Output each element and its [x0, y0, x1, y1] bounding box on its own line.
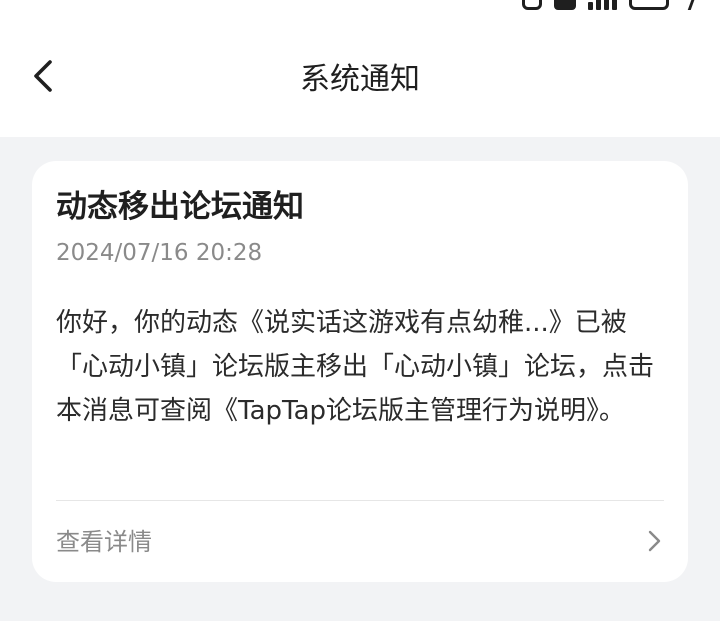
charging-icon: [677, 0, 698, 10]
battery-icon: [629, 0, 669, 10]
divider: [56, 500, 664, 501]
notification-title: 动态移出论坛通知: [56, 189, 304, 225]
notification-body: 你好，你的动态《说实话这游戏有点幼稚...》已被「心动小镇」论坛版主移出「心动小…: [56, 308, 655, 426]
notification-card[interactable]: 动态移出论坛通知 2024/07/16 20:28 你好，你的动态《说实话这游戏…: [32, 161, 688, 582]
signal-icon: [588, 0, 617, 10]
sim-card-icon: [554, 0, 576, 10]
status-bar: [0, 0, 720, 14]
view-details-row[interactable]: 查看详情: [56, 516, 664, 566]
page-title: 系统通知: [300, 62, 420, 97]
chevron-right-icon: [644, 528, 664, 554]
notification-timestamp: 2024/07/16 20:28: [56, 240, 263, 266]
top-navigation-bar: 系统通知: [0, 14, 720, 137]
status-icons: [522, 0, 698, 10]
mute-icon: [522, 0, 542, 10]
view-details-label: 查看详情: [56, 528, 152, 556]
